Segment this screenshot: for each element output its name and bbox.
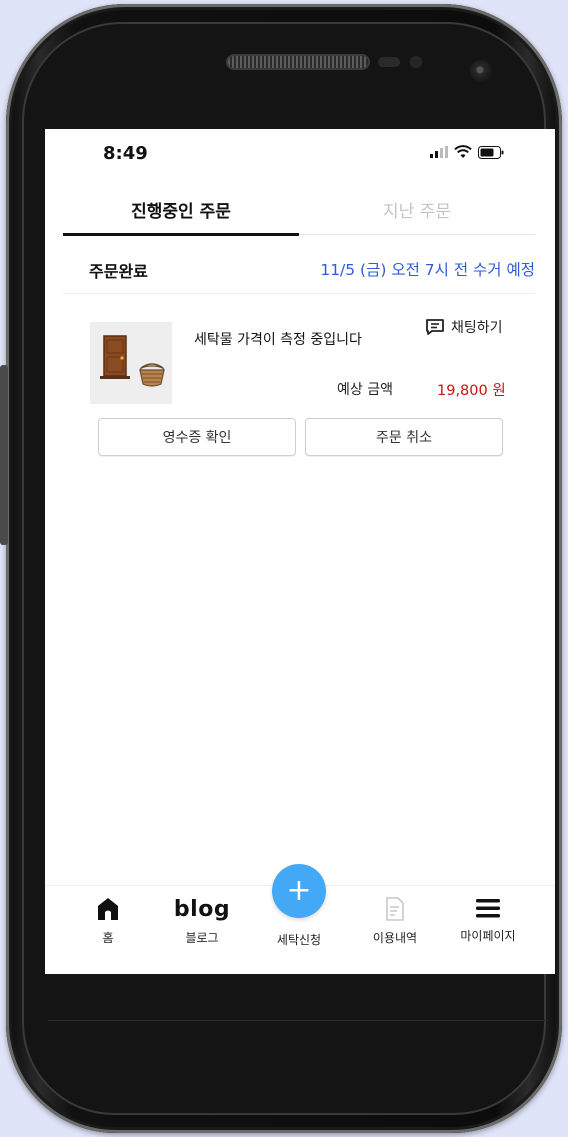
receipt-button[interactable]: 영수증 확인 (98, 418, 296, 456)
chat-icon (426, 319, 444, 335)
cancel-order-button[interactable]: 주문 취소 (305, 418, 503, 456)
history-icon (386, 897, 404, 921)
home-icon (98, 898, 118, 920)
door-basket-icon (100, 335, 165, 387)
tab-past-orders[interactable]: 지난 주문 (299, 184, 535, 234)
status-time: 8:49 (103, 143, 148, 164)
active-tab-indicator (63, 233, 299, 236)
phone-bottom-edge (48, 980, 548, 1021)
phone-speaker (228, 56, 368, 68)
order-status: 주문완료 (89, 262, 148, 281)
nav-mypage[interactable]: 마이페이지 (443, 897, 533, 944)
nav-mypage-label: 마이페이지 (460, 929, 516, 943)
item-description: 세탁물 가격이 측정 중입니다 (194, 332, 362, 348)
nav-blog-label: 블로그 (185, 931, 219, 945)
phone-side-button (0, 365, 8, 545)
nav-laundry-label: 세탁신청 (276, 933, 322, 947)
nav-home-label: 홈 (102, 931, 114, 945)
battery-icon (478, 145, 504, 159)
app-screen: 8:49 진행중인 주문 지난 주문 주문완료 11/5 (금) 오전 7시 전… (45, 129, 555, 974)
signal-icon (430, 146, 448, 158)
nav-blog[interactable]: blog 블로그 (157, 897, 247, 946)
menu-icon (476, 899, 500, 918)
price-value: 19,800 원 (437, 383, 506, 399)
tab-active-orders[interactable]: 진행중인 주문 (63, 184, 299, 234)
nav-history-label: 이용내역 (372, 931, 418, 945)
status-icons (430, 145, 504, 159)
wifi-icon (454, 145, 472, 158)
pickup-schedule: 11/5 (금) 오전 7시 전 수거 예정 (320, 261, 535, 279)
chat-label: 채팅하기 (451, 320, 503, 336)
nav-laundry-request[interactable]: 세탁신청 (254, 897, 344, 948)
order-status-row: 주문완료 11/5 (금) 오전 7시 전 수거 예정 (63, 245, 535, 294)
laundry-thumbnail (90, 322, 172, 404)
nav-home[interactable]: 홈 (63, 897, 153, 946)
phone-camera (470, 60, 492, 82)
phone-sensor (378, 57, 400, 67)
phone-sensor-dot (410, 56, 422, 68)
price-label: 예상 금액 (337, 382, 393, 398)
tab-divider (299, 234, 535, 235)
blog-logo-icon: blog (173, 897, 231, 922)
order-tabs: 진행중인 주문 지난 주문 (63, 184, 535, 236)
nav-history[interactable]: 이용내역 (350, 897, 440, 946)
chat-button[interactable]: 채팅하기 (425, 317, 503, 337)
